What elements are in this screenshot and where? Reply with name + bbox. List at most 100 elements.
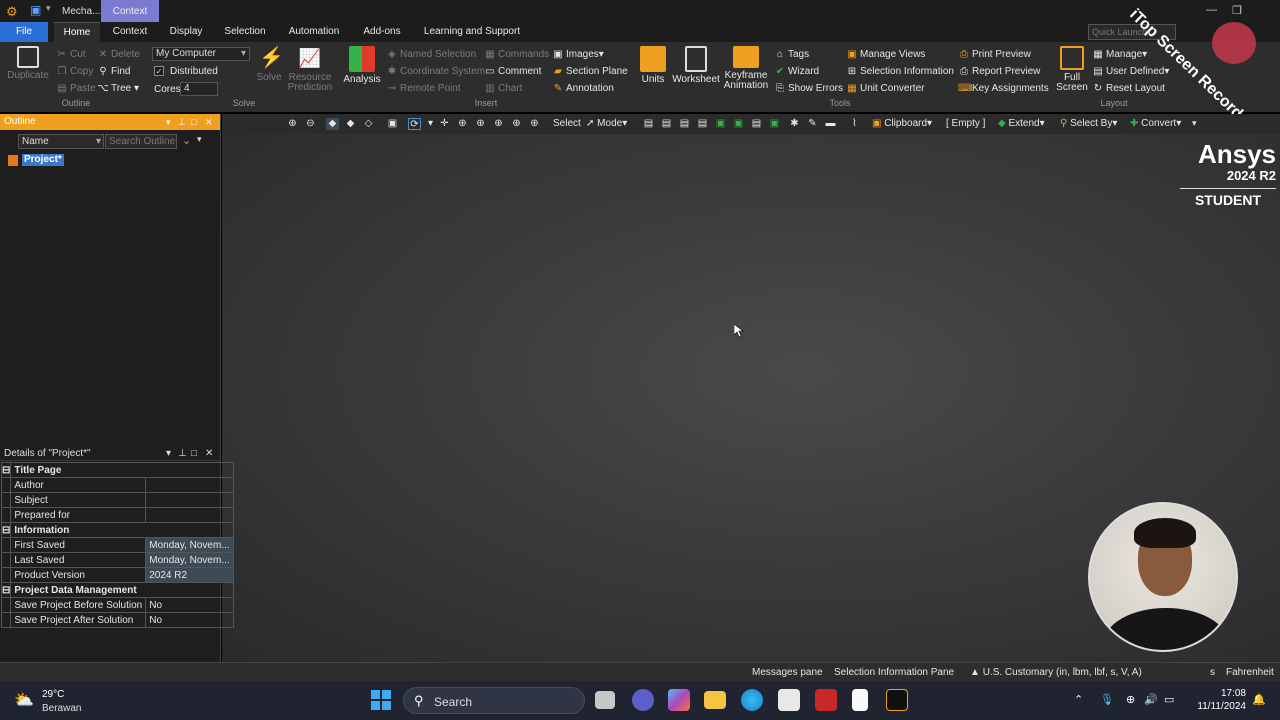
user-defined-button[interactable]: ▤ User Defined▾ [1092, 66, 1169, 78]
section-information[interactable]: ⊟ Information [0, 522, 234, 538]
select-node-icon[interactable]: ▣ [714, 118, 727, 130]
tab-learning-support[interactable]: Learning and Support [420, 22, 524, 42]
tab-automation[interactable]: Automation [284, 22, 344, 42]
microphone-icon[interactable]: 🎙 [1100, 693, 1114, 706]
notification-bell-icon[interactable]: 🔔 [1252, 693, 1266, 706]
cut-button[interactable]: ✂ Cut [56, 49, 86, 61]
chart-button[interactable]: ▥ Chart [484, 83, 522, 95]
manage-views-button[interactable]: ▣ Manage Views [846, 49, 925, 61]
solve-button[interactable]: ⚡ Solve [254, 46, 284, 83]
extend-dropdown[interactable]: ◆ Extend▾ [998, 118, 1045, 129]
outline-filter-select[interactable]: Name ▾ [18, 134, 104, 149]
comment-bubble-icon[interactable]: ▬ [824, 118, 837, 130]
maximize-icon[interactable]: □ [191, 446, 197, 461]
chevron-up-icon[interactable]: ⌃ [1074, 693, 1083, 706]
qat-dropdown-icon[interactable]: ▾ [46, 3, 51, 14]
images-button[interactable]: ▣ Images▾ [552, 49, 604, 61]
table-row[interactable]: Save Project After Solution No [0, 612, 234, 628]
cores-input[interactable]: 4 [180, 82, 218, 96]
temperature-units-label[interactable]: Fahrenheit [1226, 667, 1274, 678]
select-label[interactable]: Select [553, 118, 581, 129]
select-body-icon[interactable]: ▤ [696, 118, 709, 130]
pin-icon[interactable]: ⊥ [178, 114, 186, 130]
property-value[interactable]: No [145, 597, 234, 613]
zoom-icon[interactable]: ⊕ [456, 118, 469, 130]
property-value[interactable] [145, 477, 234, 493]
tree-button[interactable]: ⌥ Tree ▾ [97, 83, 139, 95]
copy-button[interactable]: ❐ Copy [56, 66, 94, 78]
zoom-in-icon[interactable]: ⊕ [286, 118, 299, 130]
table-row[interactable]: First Saved Monday, Novem... [0, 537, 234, 553]
wire-icon[interactable]: ✱ [788, 118, 801, 130]
tab-add-ons[interactable]: Add-ons [358, 22, 406, 42]
panel-dropdown-icon[interactable]: ▾ [166, 114, 171, 130]
file-explorer-icon[interactable] [704, 691, 726, 709]
select-by-dropdown[interactable]: ⚲ Select By▾ [1060, 118, 1117, 129]
taskbar-clock[interactable]: 17:08 11/11/2024 [1190, 687, 1246, 713]
minimize-icon[interactable]: — [1206, 4, 1217, 16]
microsoft-store-icon[interactable] [778, 689, 800, 711]
collapse-icon[interactable]: ⊟ [0, 522, 12, 538]
unit-converter-button[interactable]: ▦ Unit Converter [846, 83, 924, 95]
iso-view-icon[interactable]: ◆ [326, 118, 339, 130]
section-plane-button[interactable]: ▰ Section Plane [552, 66, 628, 78]
mode-dropdown[interactable]: ➚ Mode▾ [586, 118, 627, 129]
property-value[interactable] [145, 492, 234, 508]
box-zoom-icon[interactable]: ⊕ [474, 118, 487, 130]
analysis-button[interactable]: Analysis [342, 46, 382, 85]
tags-button[interactable]: ⌂ Tags [774, 49, 809, 61]
outline-search-input[interactable]: Search Outline [105, 134, 177, 149]
duplicate-button[interactable]: Duplicate [6, 46, 50, 81]
named-selection-button[interactable]: ◈ Named Selection [386, 49, 476, 61]
panel-dropdown-icon[interactable]: ▾ [166, 446, 171, 461]
annotation-button[interactable]: ✎ Annotation [552, 83, 614, 95]
property-value[interactable] [145, 507, 234, 523]
graph-icon[interactable]: ⌇ [848, 118, 861, 130]
table-row[interactable]: Save Project Before Solution No [0, 597, 234, 613]
full-screen-button[interactable]: Full Screen [1056, 46, 1088, 93]
look-at-icon[interactable]: ▣ [386, 118, 399, 130]
select-face-icon[interactable]: ▤ [678, 118, 691, 130]
volume-icon[interactable]: 🔊 [1144, 693, 1158, 706]
report-preview-button[interactable]: ⎙ Report Preview [958, 66, 1040, 78]
property-value[interactable]: No [145, 612, 234, 628]
find-button[interactable]: ⚲ Find [97, 66, 130, 78]
tab-context[interactable]: Context [106, 22, 154, 42]
mechanical-app-icon[interactable]: ⚙ [6, 4, 22, 20]
close-icon[interactable]: ✕ [205, 446, 213, 461]
clipboard-dropdown[interactable]: ▣ Clipboard▾ [872, 118, 932, 129]
wireframe-icon[interactable]: ◇ [362, 118, 375, 130]
previous-view-icon[interactable]: ⊕ [528, 118, 541, 130]
wizard-button[interactable]: ✔ Wizard [774, 66, 819, 78]
distributed-checkbox[interactable]: ✓ [154, 66, 164, 76]
copilot-icon[interactable] [668, 689, 690, 711]
convert-dropdown[interactable]: ✚ Convert▾ [1130, 118, 1181, 129]
show-errors-button[interactable]: ⎘ Show Errors [774, 83, 843, 95]
taskbar-search-box[interactable]: ⚲ Search [403, 687, 585, 714]
resource-prediction-button[interactable]: 📈 Resource Prediction [286, 46, 334, 93]
edge-browser-icon[interactable] [741, 689, 763, 711]
close-icon[interactable]: ✕ [205, 114, 213, 130]
callout-icon[interactable]: ✎ [806, 118, 819, 130]
tab-home[interactable]: Home [54, 22, 100, 42]
delete-button[interactable]: ✕ Delete [97, 49, 140, 61]
maximize-icon[interactable]: □ [191, 114, 196, 130]
manage-button[interactable]: ▦ Manage▾ [1092, 49, 1147, 61]
task-view-icon[interactable] [595, 691, 615, 709]
worksheet-button[interactable]: Worksheet [672, 46, 720, 85]
tree-item-project[interactable]: Project* [8, 154, 64, 166]
rotate-icon[interactable]: ⟳ [408, 118, 421, 130]
comment-button[interactable]: ▭ Comment [484, 66, 541, 78]
select-element-face-icon[interactable]: ▣ [732, 118, 745, 130]
rotate-dropdown-icon[interactable]: ▾ [424, 118, 437, 130]
magnifier-icon[interactable]: ⊕ [510, 118, 523, 130]
keyframe-animation-button[interactable]: Keyframe Animation [722, 46, 770, 91]
filter-expand-icon[interactable]: ⌄ [182, 134, 191, 147]
notepad-icon[interactable] [852, 689, 868, 711]
table-row[interactable]: Prepared for [0, 507, 234, 523]
select-edge-icon[interactable]: ▤ [660, 118, 673, 130]
table-row[interactable]: Last Saved Monday, Novem... [0, 552, 234, 568]
selection-info-pane-button[interactable]: Selection Information Pane [834, 667, 954, 678]
section-title-page[interactable]: ⊟ Title Page [0, 462, 234, 478]
select-element-icon[interactable]: ▤ [750, 118, 763, 130]
